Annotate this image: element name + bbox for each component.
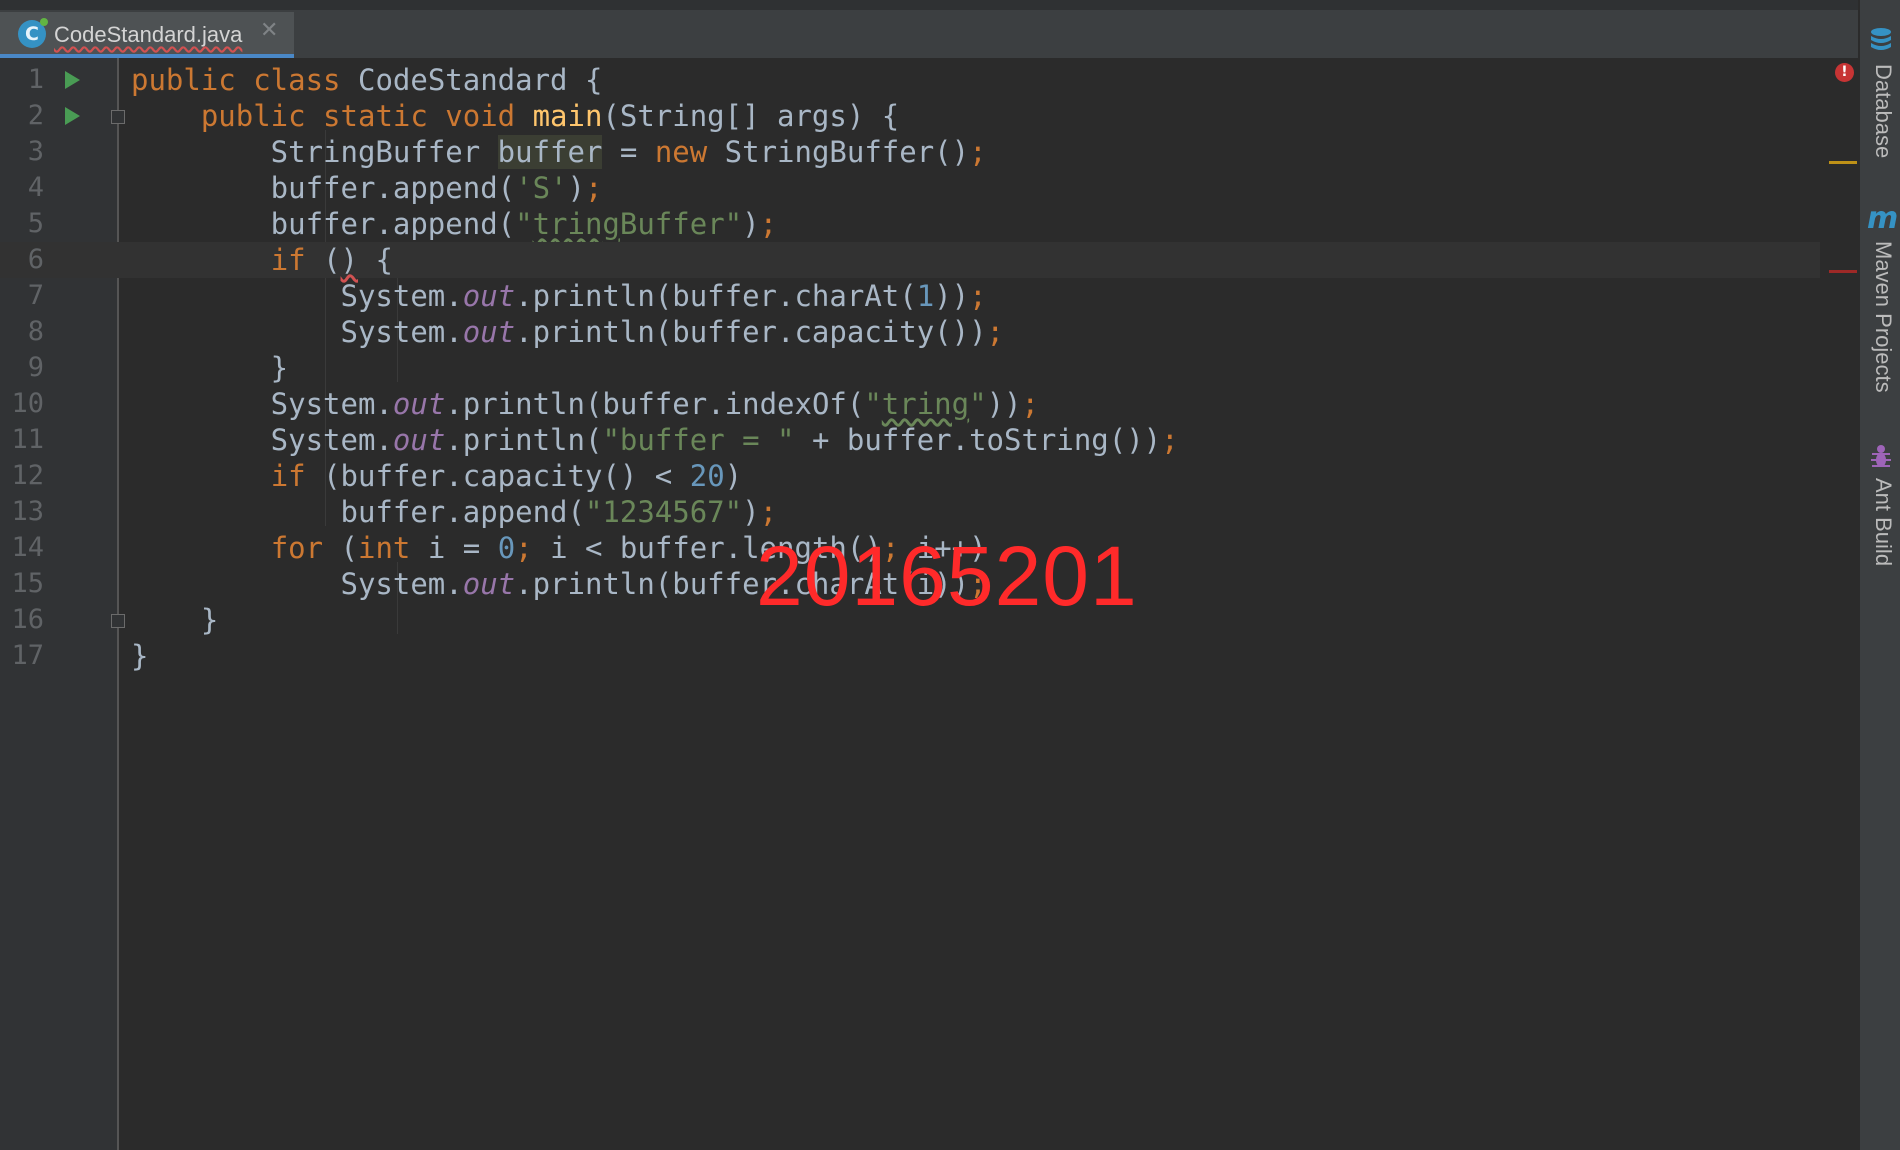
code-line[interactable]: 10 System.out.println(buffer.indexOf("tr… [0,386,1820,422]
code-text[interactable]: System.out.println(buffer.capacity()); [131,314,1005,350]
code-line[interactable]: 8 System.out.println(buffer.capacity()); [0,314,1820,350]
code-line[interactable]: 4 buffer.append('S'); [0,170,1820,206]
watermark-text: 20165201 [756,529,1138,623]
tool-window-label: Ant Build [1871,478,1896,567]
tool-window-label: Maven Projects [1871,241,1896,393]
line-number[interactable]: 4 [0,170,44,206]
line-number[interactable]: 17 [0,638,44,674]
code-line[interactable]: 1 public class CodeStandard { [0,62,1820,98]
line-number[interactable]: 9 [0,350,44,386]
line-number[interactable]: 5 [0,206,44,242]
line-number[interactable]: 16 [0,602,44,638]
ant-icon [1871,445,1891,467]
warning-marker[interactable] [1829,161,1857,164]
code-text[interactable]: System.out.println(buffer.charAt(1)); [131,278,987,314]
code-text[interactable]: if () { [131,242,393,278]
tab-codestandard-java[interactable]: C CodeStandard.java ✕ [0,12,294,58]
line-number[interactable]: 2 [0,98,44,134]
error-stripe[interactable] [1820,58,1858,1150]
tool-window-label: Database [1871,64,1896,159]
line-number[interactable]: 3 [0,134,44,170]
code-line[interactable]: 11 System.out.println("buffer = " + buff… [0,422,1820,458]
code-line[interactable]: 5 buffer.append("tringBuffer"); [0,206,1820,242]
line-number[interactable]: 15 [0,566,44,602]
line-number[interactable]: 14 [0,530,44,566]
tool-window-database[interactable]: Database [1860,26,1900,166]
line-number[interactable]: 8 [0,314,44,350]
right-tool-strip: Database m Maven Projects Ant Build [1858,0,1900,1150]
line-number[interactable]: 7 [0,278,44,314]
fold-marker-icon[interactable] [111,110,125,124]
code-line[interactable]: 7 System.out.println(buffer.charAt(1)); [0,278,1820,314]
tool-window-maven-projects[interactable]: m Maven Projects [1860,201,1900,405]
code-line[interactable]: 2 public static void main(String[] args)… [0,98,1820,134]
java-class-badge-icon [40,18,48,26]
code-line[interactable]: 12 if (buffer.capacity() < 20) [0,458,1820,494]
editor-tab-bar: C CodeStandard.java ✕ [0,0,1858,59]
code-line[interactable]: 9 } [0,350,1820,386]
code-text[interactable]: buffer.append("1234567"); [131,494,778,530]
tool-window-ant-build[interactable]: Ant Build [1860,442,1900,582]
code-line[interactable]: 6 if () { [0,242,1820,278]
code-text[interactable]: } [131,638,148,674]
code-text[interactable]: System.out.println(buffer.indexOf("tring… [131,386,1039,422]
error-indicator-icon[interactable]: ! [1835,63,1854,82]
line-number[interactable]: 6 [0,242,44,278]
code-text[interactable]: } [131,350,288,386]
line-number[interactable]: 10 [0,386,44,422]
fold-marker-icon[interactable] [111,614,125,628]
code-text[interactable]: } [131,602,218,638]
code-line[interactable]: 17} [0,638,1820,674]
code-text[interactable]: public class CodeStandard { [131,62,602,98]
line-number[interactable]: 11 [0,422,44,458]
code-text[interactable]: System.out.println("buffer = " + buffer.… [131,422,1179,458]
run-gutter-icon[interactable] [65,107,80,125]
close-icon[interactable]: ✕ [260,18,278,43]
code-text[interactable]: if (buffer.capacity() < 20) [131,458,742,494]
line-number[interactable]: 1 [0,62,44,98]
line-number[interactable]: 12 [0,458,44,494]
code-text[interactable]: public static void main(String[] args) { [131,98,899,134]
database-icon [1871,28,1891,50]
run-gutter-icon[interactable] [65,71,80,89]
code-text[interactable]: StringBuffer buffer = new StringBuffer()… [131,134,987,170]
tab-label: CodeStandard.java [54,22,243,47]
maven-icon: m [1867,201,1899,236]
error-marker[interactable] [1829,270,1857,273]
code-line[interactable]: 13 buffer.append("1234567"); [0,494,1820,530]
code-text[interactable]: buffer.append('S'); [131,170,603,206]
tab-bar-top-border [0,0,1858,10]
code-text[interactable]: buffer.append("tringBuffer"); [131,206,777,242]
code-line[interactable]: 3 StringBuffer buffer = new StringBuffer… [0,134,1820,170]
line-number[interactable]: 13 [0,494,44,530]
